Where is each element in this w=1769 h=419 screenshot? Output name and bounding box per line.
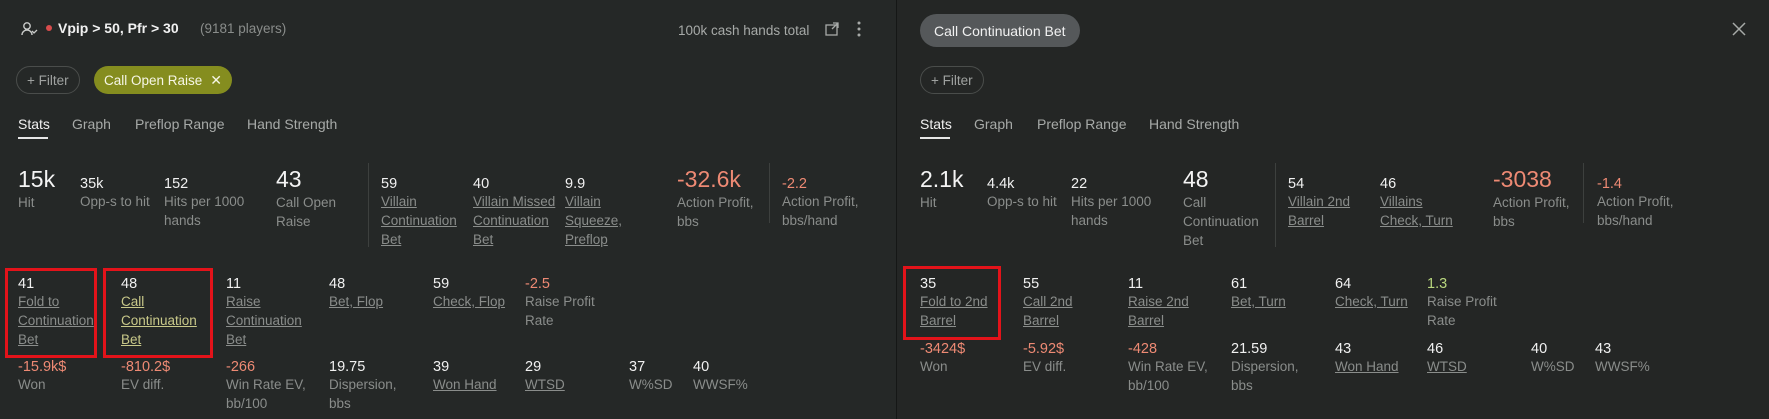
stat-villain-cbet[interactable]: 59 Villain Continuation Bet: [381, 176, 465, 249]
tab-preflop-range[interactable]: Preflop Range: [1037, 116, 1127, 132]
stat-won-hand[interactable]: 43 Won Hand: [1335, 341, 1399, 376]
add-filter-button[interactable]: + Filter: [920, 66, 984, 94]
stat-won-hand[interactable]: 39 Won Hand: [433, 359, 497, 394]
stat-win-rate-ev: -428 Win Rate EV, bb/100: [1128, 341, 1208, 393]
stats-separator: [769, 163, 770, 223]
tab-stats[interactable]: Stats: [18, 116, 50, 132]
stat-raise-cbet[interactable]: 11 Raise Continuation Bet: [226, 276, 310, 349]
stat-dispersion: 21.59 Dispersion, bbs: [1231, 341, 1299, 393]
right-panel: Call Continuation Bet + Filter Stats Gra…: [897, 0, 1769, 419]
stat-villains-check-turn[interactable]: 46 Villains Check, Turn: [1380, 176, 1460, 230]
tab-graph[interactable]: Graph: [72, 116, 111, 132]
tab-graph[interactable]: Graph: [974, 116, 1013, 132]
stat-won: -15.9k$ Won: [18, 359, 67, 392]
stat-call-2nd-barrel[interactable]: 55 Call 2nd Barrel: [1023, 276, 1099, 330]
stats-separator: [1583, 163, 1584, 223]
stat-opps-to-hit: 4.4k Opp-s to hit: [987, 176, 1057, 209]
stat-ev-diff: -5.92$ EV diff.: [1023, 341, 1067, 374]
tab-hand-strength[interactable]: Hand Strength: [1149, 116, 1239, 132]
remove-filter-icon[interactable]: ✕: [210, 72, 222, 89]
active-filter-label: Call Open Raise: [104, 72, 203, 88]
stat-wsd: 40 W%SD: [1531, 341, 1575, 374]
highlight-box: [903, 266, 1001, 340]
stat-wwsf: 40 WWSF%: [693, 359, 748, 392]
close-icon[interactable]: [1731, 20, 1747, 43]
stat-won: -3424$ Won: [920, 341, 966, 374]
tab-hand-strength[interactable]: Hand Strength: [247, 116, 337, 132]
stat-bet-turn[interactable]: 61 Bet, Turn: [1231, 276, 1307, 311]
stat-ev-diff: -810.2$ EV diff.: [121, 359, 171, 392]
user-filter-icon[interactable]: [20, 20, 38, 41]
stat-hits-per-1000: 22 Hits per 1000 hands: [1071, 176, 1152, 228]
status-dot: [46, 25, 52, 31]
stat-action-profit-bbs-hand: -1.4 Action Profit, bbs/hand: [1597, 176, 1674, 228]
stat-check-turn[interactable]: 64 Check, Turn: [1335, 276, 1411, 311]
stat-wsd: 37 W%SD: [629, 359, 673, 392]
active-tab-indicator: [920, 137, 950, 139]
highlight-box: [5, 268, 97, 358]
stat-hit: 2.1k Hit: [920, 166, 964, 210]
stat-villain-squeeze[interactable]: 9.9 Villain Squeeze, Preflop: [565, 176, 627, 249]
stat-call-cbet: 48 Call Continuation Bet: [1183, 166, 1259, 248]
tab-stats[interactable]: Stats: [920, 116, 952, 132]
stat-wtsd[interactable]: 46 WTSD: [1427, 341, 1467, 376]
stat-call-open-raise: 43 Call Open Raise: [276, 166, 337, 229]
left-panel: Vpip > 50, Pfr > 30 (9181 players) 100k …: [0, 0, 896, 419]
hands-total: 100k cash hands total: [678, 23, 810, 38]
stat-dispersion: 19.75 Dispersion, bbs: [329, 359, 397, 411]
highlight-box: [103, 268, 213, 358]
stat-action-profit-bbs: -32.6k Action Profit, bbs: [677, 166, 754, 229]
population-filter-label[interactable]: Vpip > 50, Pfr > 30: [58, 20, 179, 36]
stat-wwsf: 43 WWSF%: [1595, 341, 1650, 374]
stat-check-flop[interactable]: 59 Check, Flop: [433, 276, 517, 311]
stat-action-profit-bbs-hand: -2.2 Action Profit, bbs/hand: [782, 176, 859, 228]
stat-villain-missed-cbet[interactable]: 40 Villain Missed Continuation Bet: [473, 176, 559, 249]
detail-title: Call Continuation Bet: [920, 14, 1080, 47]
active-filter-pill[interactable]: Call Open Raise ✕: [94, 66, 233, 94]
stat-villain-2nd-barrel[interactable]: 54 Villain 2nd Barrel: [1288, 176, 1364, 230]
stat-hit: 15k Hit: [18, 166, 56, 210]
active-tab-indicator: [18, 137, 48, 139]
stats-separator: [1275, 163, 1276, 247]
stat-hits-per-1000: 152 Hits per 1000 hands: [164, 176, 245, 228]
stat-raise-profit-rate: -2.5 Raise Profit Rate: [525, 276, 595, 328]
stat-opps-to-hit: 35k Opp-s to hit: [80, 176, 150, 209]
stat-action-profit-bbs: -3038 Action Profit, bbs: [1493, 166, 1570, 229]
stat-raise-profit-rate: 1.3 Raise Profit Rate: [1427, 276, 1497, 328]
tab-preflop-range[interactable]: Preflop Range: [135, 116, 225, 132]
stat-bet-flop[interactable]: 48 Bet, Flop: [329, 276, 413, 311]
stat-win-rate-ev: -266 Win Rate EV, bb/100: [226, 359, 306, 411]
players-count: (9181 players): [200, 21, 287, 36]
stat-wtsd[interactable]: 29 WTSD: [525, 359, 565, 394]
more-vertical-icon[interactable]: [855, 20, 863, 41]
add-filter-button[interactable]: + Filter: [16, 66, 80, 94]
stats-separator: [368, 163, 369, 247]
export-icon[interactable]: [824, 21, 840, 40]
stat-raise-2nd-barrel[interactable]: 11 Raise 2nd Barrel: [1128, 276, 1204, 330]
